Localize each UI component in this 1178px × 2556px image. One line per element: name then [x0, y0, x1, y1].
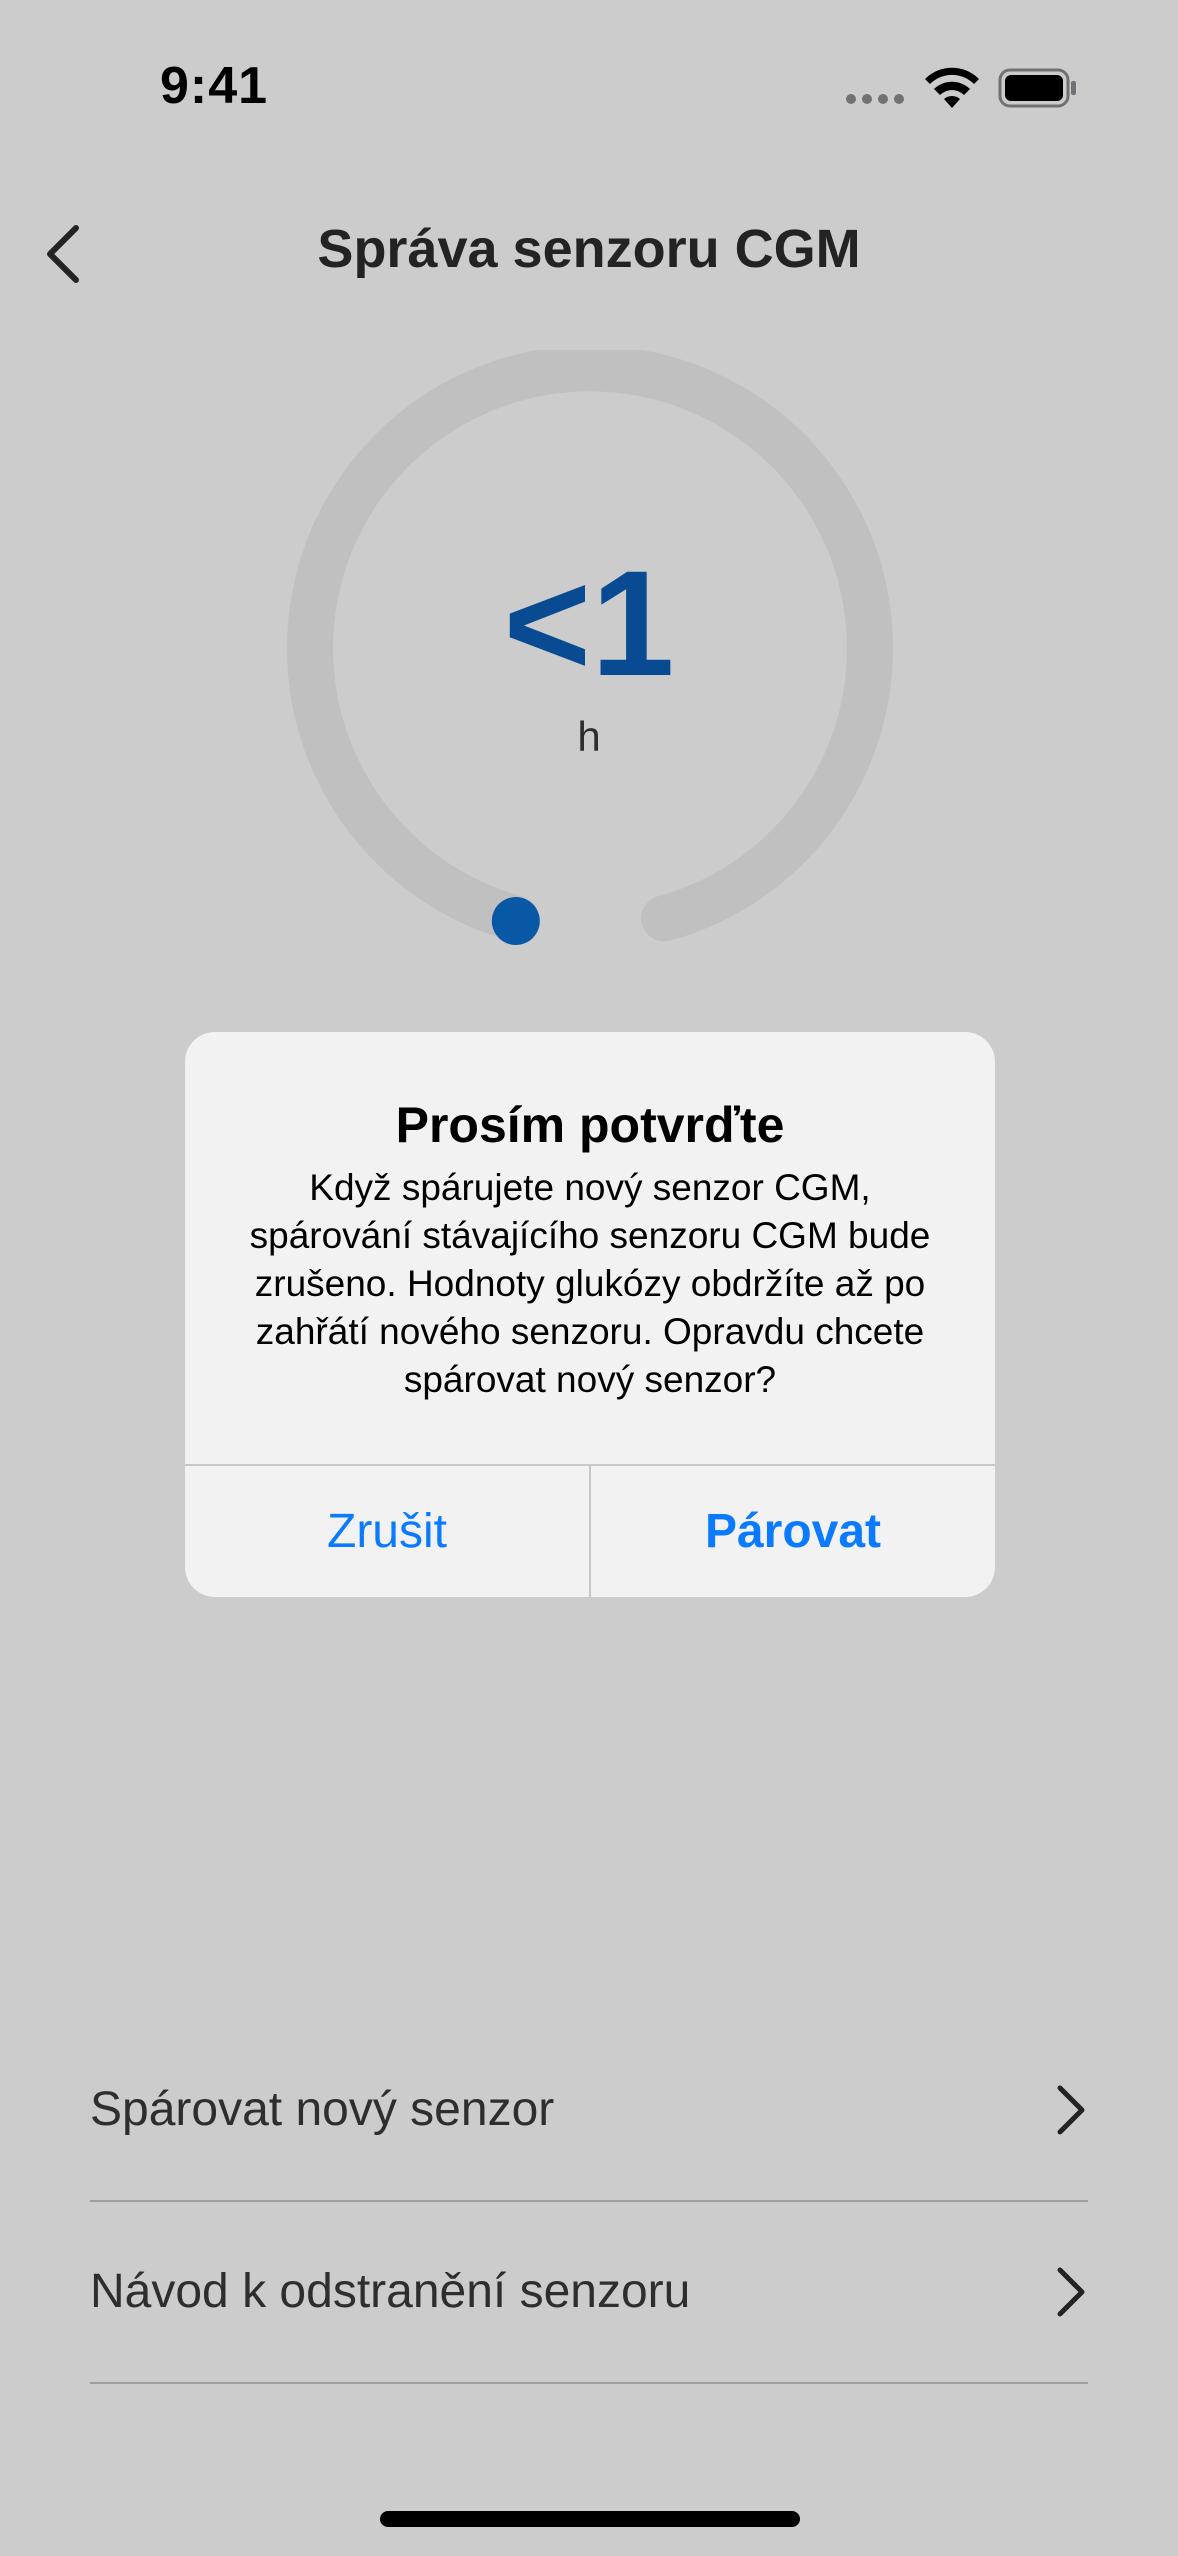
alert-message: Když spárujete nový senzor CGM, spárován… — [249, 1167, 931, 1400]
alert-title: Prosím potvrďte — [395, 1097, 785, 1153]
confirm-alert-dialog: Prosím potvrďte Když spárujete nový senz… — [185, 1032, 995, 1597]
cancel-button[interactable]: Zrušit — [185, 1466, 589, 1597]
pair-button[interactable]: Párovat — [591, 1466, 995, 1597]
